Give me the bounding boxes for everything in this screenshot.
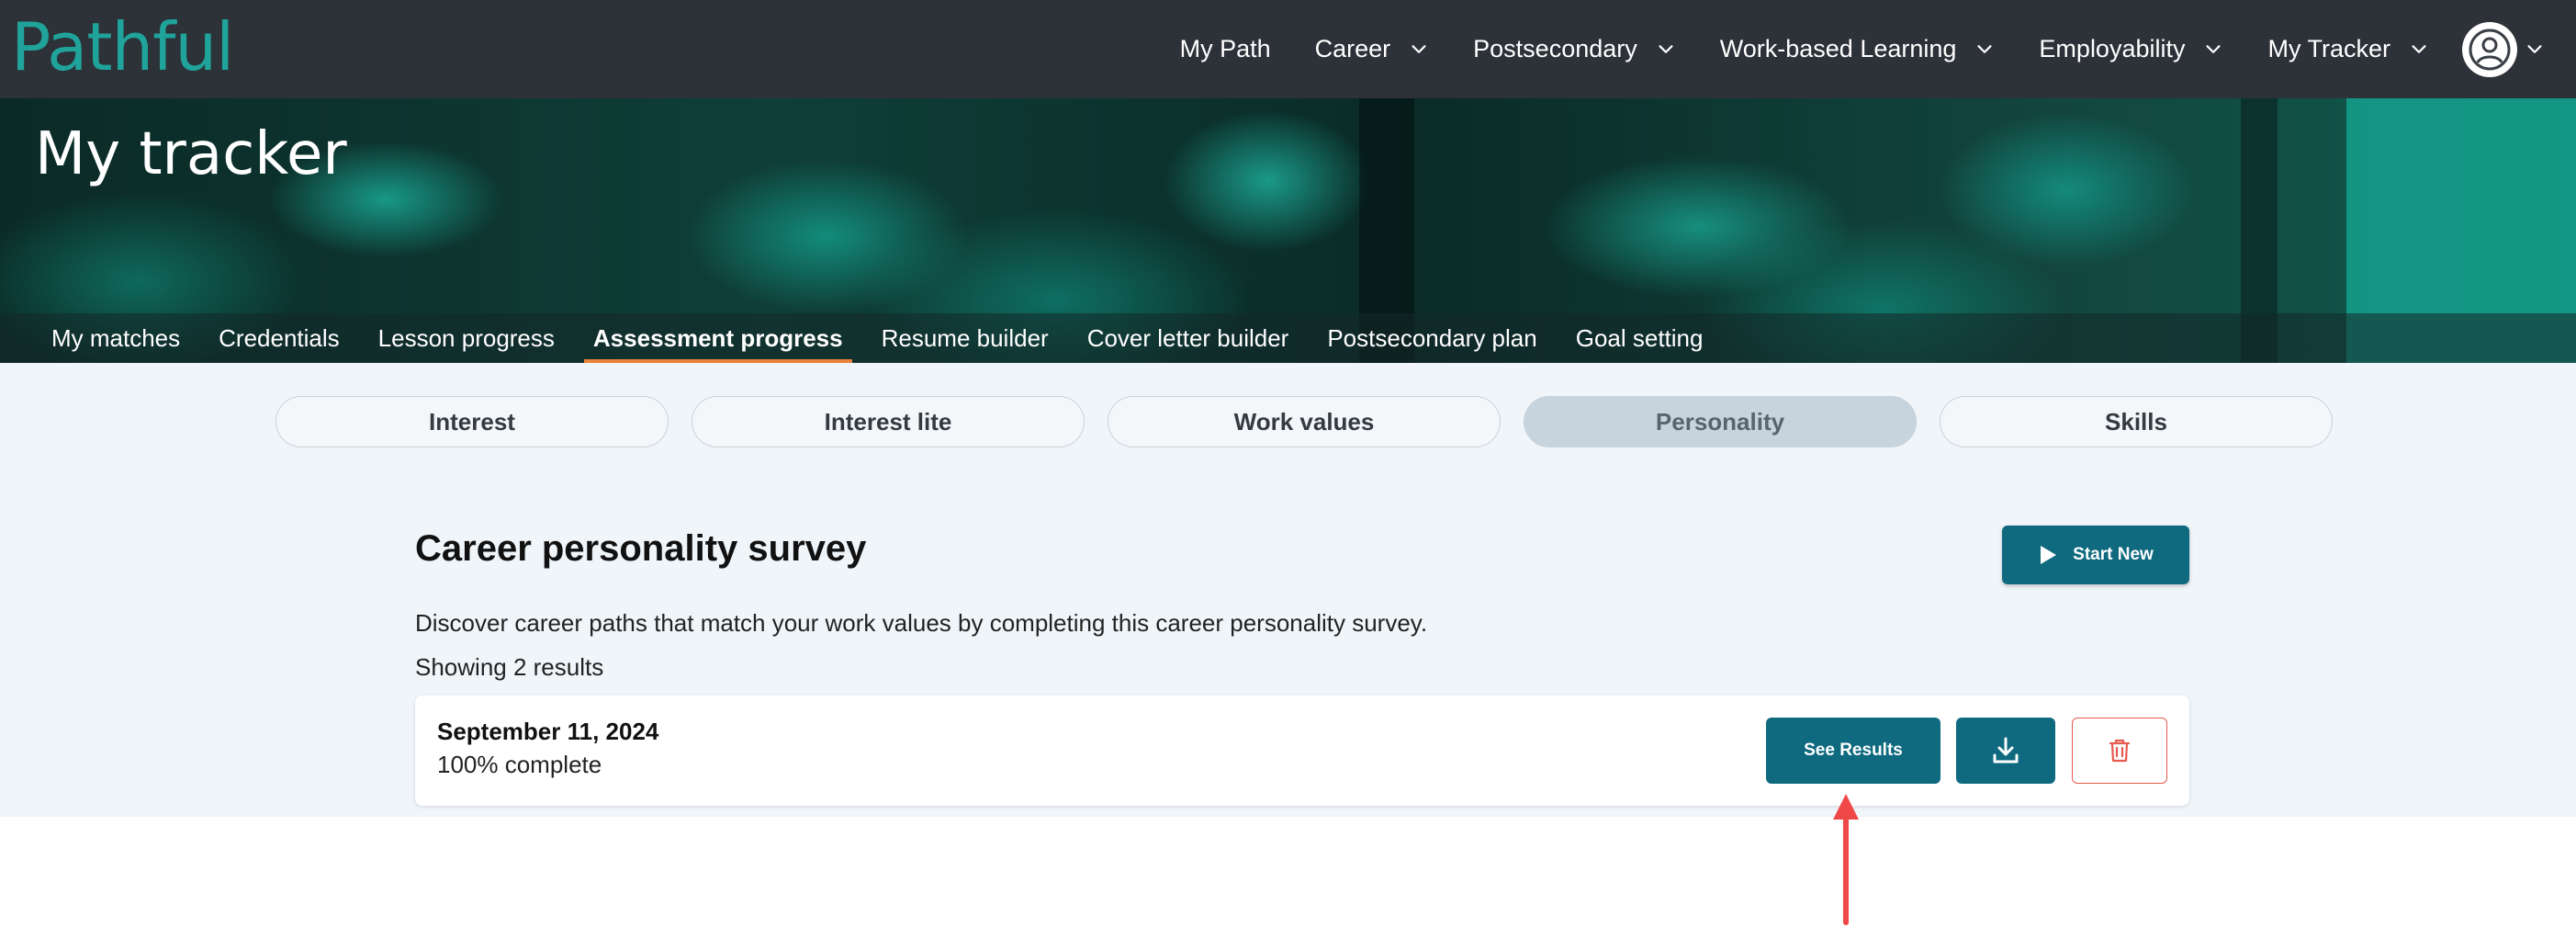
- tab-credentials[interactable]: Credentials: [219, 313, 340, 363]
- tab-postsecondary-plan[interactable]: Postsecondary plan: [1327, 313, 1536, 363]
- nav-label: My Tracker: [2267, 35, 2390, 62]
- chevron-down-icon: [1412, 44, 1426, 53]
- nav-label: Career: [1314, 35, 1391, 62]
- pill-interest[interactable]: Interest: [276, 396, 669, 447]
- survey-description: Discover career paths that match your wo…: [415, 609, 1428, 637]
- nav-label: Postsecondary: [1473, 35, 1637, 62]
- download-icon: [1993, 737, 2019, 764]
- chevron-down-icon: [1977, 44, 1992, 53]
- chevron-down-icon: [2206, 44, 2222, 53]
- delete-button[interactable]: [2072, 718, 2167, 784]
- tab-cover-letter-builder[interactable]: Cover letter builder: [1087, 313, 1289, 363]
- tab-lesson-progress[interactable]: Lesson progress: [378, 313, 555, 363]
- nav-label: Employability: [2039, 35, 2186, 62]
- user-circle-icon: [2469, 28, 2511, 70]
- start-new-label: Start New: [2073, 545, 2154, 564]
- tab-my-matches[interactable]: My matches: [51, 313, 180, 363]
- result-progress: 100% complete: [437, 751, 602, 778]
- chevron-down-icon: [2412, 44, 2426, 53]
- pill-work-values[interactable]: Work values: [1108, 396, 1501, 447]
- tab-assessment-progress[interactable]: Assessment progress: [583, 313, 852, 363]
- account-menu[interactable]: [2462, 21, 2545, 77]
- annotation-arrow-icon: [1833, 794, 1859, 925]
- nav-my-tracker[interactable]: My Tracker: [2267, 35, 2429, 63]
- download-button[interactable]: [1956, 718, 2055, 784]
- nav-career[interactable]: Career: [1315, 35, 1430, 63]
- top-navbar: Pathful My Path Career Postsecondary Wor…: [0, 0, 2576, 98]
- results-count: Showing 2 results: [415, 653, 604, 681]
- nav-employability[interactable]: Employability: [2039, 35, 2223, 63]
- start-new-button[interactable]: Start New: [2002, 526, 2189, 584]
- page-title: My tracker: [35, 120, 347, 188]
- survey-title: Career personality survey: [415, 528, 867, 569]
- nav-my-path[interactable]: My Path: [1180, 35, 1271, 63]
- nav-work-based-learning[interactable]: Work-based Learning: [1720, 35, 1996, 63]
- pill-interest-lite[interactable]: Interest lite: [692, 396, 1085, 447]
- pill-personality[interactable]: Personality: [1524, 396, 1917, 447]
- play-icon: [2041, 546, 2057, 564]
- main-content: Interest Interest lite Work values Perso…: [0, 363, 2576, 817]
- tab-goal-setting[interactable]: Goal setting: [1576, 313, 1704, 363]
- pill-skills[interactable]: Skills: [1940, 396, 2333, 447]
- see-results-button[interactable]: See Results: [1766, 718, 1940, 784]
- chevron-down-icon: [2527, 44, 2542, 53]
- avatar: [2462, 21, 2517, 77]
- tab-resume-builder[interactable]: Resume builder: [882, 313, 1049, 363]
- main-nav: My Path Career Postsecondary Work-based …: [1136, 0, 2545, 98]
- tracker-tabs: My matches Credentials Lesson progress A…: [0, 313, 2576, 363]
- chevron-down-icon: [1659, 44, 1673, 53]
- nav-label: My Path: [1179, 35, 1271, 62]
- nav-postsecondary[interactable]: Postsecondary: [1473, 35, 1676, 63]
- assessment-type-tabs: Interest Interest lite Work values Perso…: [276, 396, 2356, 447]
- result-card: September 11, 2024 100% complete See Res…: [415, 696, 2189, 806]
- trash-icon: [2109, 739, 2131, 763]
- result-date: September 11, 2024: [437, 718, 659, 745]
- pathful-logo[interactable]: Pathful: [11, 6, 234, 88]
- nav-label: Work-based Learning: [1719, 35, 1957, 62]
